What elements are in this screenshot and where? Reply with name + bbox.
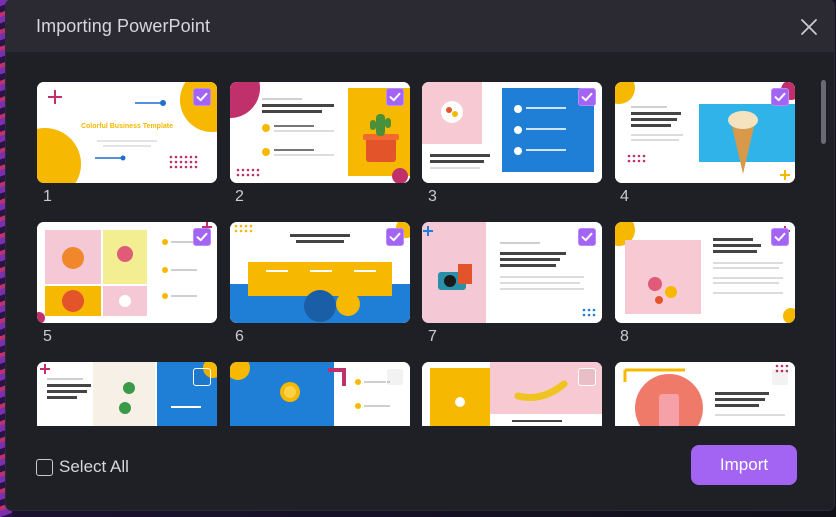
slide-checkbox-12[interactable] — [771, 368, 789, 386]
slide-thumbnail-9[interactable] — [37, 362, 217, 426]
slide-preview-11 — [422, 362, 602, 426]
slide-thumbnail-3[interactable] — [422, 82, 602, 183]
slide-preview-7 — [422, 222, 602, 323]
slide-preview-2 — [230, 82, 410, 183]
slide-checkbox-8[interactable] — [771, 228, 789, 246]
slide-checkbox-11[interactable] — [578, 368, 596, 386]
slide-preview-5 — [37, 222, 217, 323]
slide-preview-10 — [230, 362, 410, 426]
checkmark-icon — [389, 232, 401, 242]
slide-checkbox-10[interactable] — [386, 368, 404, 386]
slide-preview-8 — [615, 222, 795, 323]
slide-checkbox-4[interactable] — [771, 88, 789, 106]
close-button[interactable] — [798, 16, 820, 38]
select-all-checkbox[interactable]: Select All — [36, 456, 129, 478]
checkmark-icon — [774, 232, 786, 242]
slide-preview-1: Colorful Business Template — [37, 82, 217, 183]
scrollbar-thumb[interactable] — [821, 80, 826, 144]
checkmark-icon — [581, 232, 593, 242]
slide-checkbox-2[interactable] — [386, 88, 404, 106]
select-all-label: Select All — [59, 457, 129, 476]
slide-grid: Colorful Business Template 1 2 3 4 5 6 7… — [6, 52, 834, 426]
slide-preview-6 — [230, 222, 410, 323]
slide-checkbox-6[interactable] — [386, 228, 404, 246]
slide-number-2: 2 — [235, 188, 244, 205]
checkmark-icon — [581, 92, 593, 102]
slide-preview-4 — [615, 82, 795, 183]
slide-thumbnail-2[interactable] — [230, 82, 410, 183]
import-powerpoint-dialog: Importing PowerPoint Colorful Business T… — [6, 0, 834, 510]
slide-preview-3 — [422, 82, 602, 183]
dialog-footer: Select All Import — [6, 426, 834, 510]
checkmark-icon — [774, 92, 786, 102]
slide-checkbox-5[interactable] — [193, 228, 211, 246]
slide-thumbnail-5[interactable] — [37, 222, 217, 323]
slide-number-7: 7 — [428, 328, 437, 345]
slide-thumbnail-1[interactable]: Colorful Business Template — [37, 82, 217, 183]
import-button[interactable]: Import — [691, 445, 797, 485]
dialog-titlebar: Importing PowerPoint — [6, 0, 834, 52]
slide-number-5: 5 — [43, 328, 52, 345]
slide-number-6: 6 — [235, 328, 244, 345]
slide-checkbox-9[interactable] — [193, 368, 211, 386]
dialog-title: Importing PowerPoint — [36, 16, 211, 36]
checkmark-icon — [196, 92, 208, 102]
slide-thumbnail-10[interactable] — [230, 362, 410, 426]
slide-thumbnail-11[interactable] — [422, 362, 602, 426]
checkmark-icon — [389, 92, 401, 102]
slide-preview-12 — [615, 362, 795, 426]
slide-thumbnail-4[interactable] — [615, 82, 795, 183]
slide-number-4: 4 — [620, 188, 629, 205]
checkmark-icon — [196, 232, 208, 242]
select-all-box[interactable] — [36, 458, 53, 476]
slide-thumbnail-8[interactable] — [615, 222, 795, 323]
slide-checkbox-1[interactable] — [193, 88, 211, 106]
slide-checkbox-3[interactable] — [578, 88, 596, 106]
slide-thumbnail-6[interactable] — [230, 222, 410, 323]
slide-number-3: 3 — [428, 188, 437, 205]
slide-1-heading: Colorful Business Template — [81, 123, 173, 130]
slide-number-1: 1 — [43, 188, 52, 205]
slide-preview-9 — [37, 362, 217, 426]
slide-number-8: 8 — [620, 328, 629, 345]
slide-thumbnail-7[interactable] — [422, 222, 602, 323]
slide-checkbox-7[interactable] — [578, 228, 596, 246]
slide-thumbnail-12[interactable] — [615, 362, 795, 426]
close-icon — [801, 19, 817, 35]
